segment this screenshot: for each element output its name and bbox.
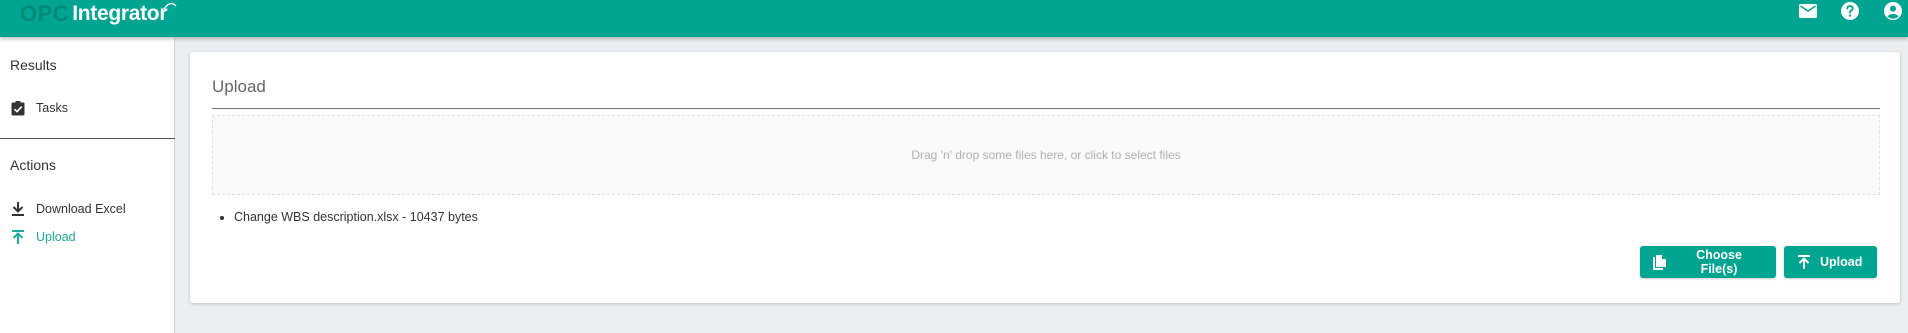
page-title: Upload — [212, 77, 266, 96]
selected-files-list: Change WBS description.xlsx - 10437 byte… — [234, 210, 478, 224]
title-divider — [212, 108, 1880, 109]
sidebar: Results Tasks Actions Download Excel Upl… — [0, 37, 175, 333]
mail-icon[interactable] — [1797, 0, 1819, 22]
assignment-check-icon — [10, 100, 26, 116]
sidebar-item-label: Tasks — [36, 101, 68, 115]
sidebar-item-tasks[interactable]: Tasks — [10, 99, 68, 117]
app-logo[interactable]: OPC Integrator — [20, 0, 177, 26]
sidebar-item-label: Upload — [36, 230, 76, 244]
sidebar-item-upload[interactable]: Upload — [10, 228, 76, 246]
upload-icon — [1796, 254, 1812, 270]
sidebar-item-label: Download Excel — [36, 202, 126, 216]
upload-button[interactable]: Upload — [1784, 246, 1877, 278]
choose-files-button[interactable]: Choose File(s) — [1640, 246, 1776, 278]
logo-arc-icon — [163, 2, 177, 10]
upload-button-label: Upload — [1820, 255, 1863, 269]
top-app-bar: OPC Integrator — [0, 0, 1908, 37]
logo-name: Integrator — [72, 2, 168, 25]
results-section-title: Results — [10, 57, 57, 73]
list-item: Change WBS description.xlsx - 10437 byte… — [234, 210, 478, 224]
upload-card: Upload Drag 'n' drop some files here, or… — [190, 52, 1900, 303]
actions-section-title: Actions — [10, 157, 56, 173]
upload-icon — [10, 229, 26, 245]
help-icon[interactable] — [1839, 0, 1861, 22]
choose-files-label: Choose File(s) — [1696, 248, 1742, 276]
account-circle-icon[interactable] — [1882, 0, 1904, 22]
file-dropzone[interactable]: Drag 'n' drop some files here, or click … — [212, 115, 1880, 195]
sidebar-item-download-excel[interactable]: Download Excel — [10, 200, 126, 218]
dropzone-hint: Drag 'n' drop some files here, or click … — [911, 148, 1181, 162]
download-icon — [10, 201, 26, 217]
file-copy-icon — [1652, 254, 1668, 270]
logo-prefix: OPC — [20, 1, 70, 26]
sidebar-divider — [0, 138, 175, 139]
